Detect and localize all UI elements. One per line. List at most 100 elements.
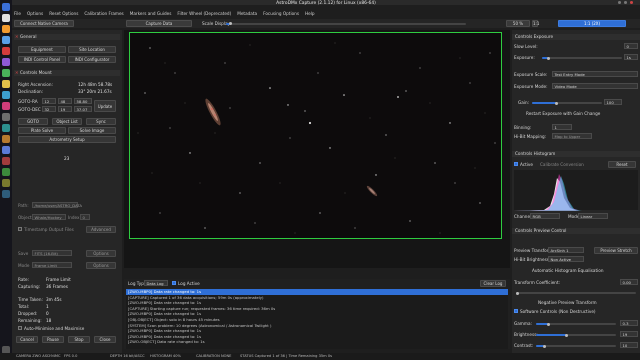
gamma-slider-handle[interactable] <box>547 322 550 326</box>
stacker-icon[interactable] <box>2 179 10 187</box>
save-options-button[interactable]: Options <box>86 250 116 257</box>
restart-exposure-label[interactable]: Restart Exposure with Gain Change <box>526 111 600 116</box>
cancel-button[interactable]: Cancel <box>16 336 38 343</box>
video-icon[interactable] <box>2 157 10 165</box>
maximize-icon[interactable] <box>624 1 627 4</box>
browser-icon[interactable] <box>2 14 10 22</box>
histogram-reset-button[interactable]: Reset <box>608 161 636 168</box>
brightness-slider[interactable] <box>536 333 616 337</box>
exposure-mode-select[interactable]: Video Mode <box>552 83 638 89</box>
indi-control-button[interactable]: INDI Control Panel <box>18 56 66 63</box>
preview-stretch-button[interactable]: Preview Stretch <box>594 247 638 254</box>
controls-histogram-header[interactable]: Controls Histogram <box>512 151 640 157</box>
brightness-slider-handle[interactable] <box>565 333 568 337</box>
slow-level-value[interactable]: 0 <box>624 43 638 49</box>
mail-icon[interactable] <box>2 36 10 44</box>
scale-slider[interactable] <box>226 22 466 25</box>
music-icon[interactable] <box>2 47 10 55</box>
goto-ra-minutes[interactable]: 48 <box>58 98 72 104</box>
capture-data-button[interactable]: Capture Data <box>126 20 192 27</box>
captured-image-frame[interactable] <box>129 32 502 239</box>
pause-button[interactable]: Pause <box>42 336 64 343</box>
goto-dec-degrees[interactable]: 32 <box>42 106 56 112</box>
path-input[interactable]: /home/user/ASTRO_DATA <box>32 202 82 208</box>
astrometry-setup-button[interactable]: Astrometry Setup <box>18 136 116 143</box>
controls-mount-header[interactable]: ✕ Controls Mount <box>14 70 120 76</box>
negative-preview-label[interactable]: Negative Preview Transform <box>538 300 597 305</box>
update-button[interactable]: Update <box>94 100 116 112</box>
contrast-value[interactable]: 10 <box>620 342 638 348</box>
goto-button[interactable]: GOTO <box>18 118 48 125</box>
goto-dec-minutes[interactable]: 19 <box>58 106 72 112</box>
files-icon[interactable] <box>2 3 10 11</box>
log-active-checkbox[interactable] <box>172 281 176 285</box>
menu-options[interactable]: Options <box>27 11 43 16</box>
hibit-mapping-select[interactable]: Map to Upper <box>552 133 592 139</box>
settings-icon[interactable] <box>2 113 10 121</box>
close-icon[interactable]: ✕ <box>15 70 19 76</box>
clear-log-button[interactable]: Clear Log <box>480 280 506 287</box>
log-type-select[interactable]: Data Log <box>144 280 168 286</box>
gain-value[interactable]: 100 <box>604 99 622 105</box>
zoom-value[interactable]: 50 % <box>506 20 530 27</box>
plate-solve-button[interactable]: Plate Solve <box>18 127 66 134</box>
exposure-slider-handle[interactable] <box>547 56 550 60</box>
binning-select[interactable]: 1 <box>552 124 572 130</box>
calibrate-label[interactable]: Calibrate Conversion <box>540 162 584 167</box>
gain-slider-handle[interactable] <box>555 101 558 105</box>
contrast-slider[interactable] <box>536 344 616 348</box>
solve-image-button[interactable]: Solve Image <box>68 127 116 134</box>
preview-control-header[interactable]: Controls Preview Control <box>512 228 640 234</box>
editor-icon[interactable] <box>2 146 10 154</box>
store-icon[interactable] <box>2 91 10 99</box>
stop-button[interactable]: Stop <box>68 336 90 343</box>
histogram-active-checkbox[interactable] <box>514 162 518 166</box>
fit-button[interactable]: 1:1 <box>532 20 539 27</box>
close-icon[interactable] <box>630 1 633 4</box>
camera-icon[interactable] <box>2 58 10 66</box>
exposure-scale-select[interactable]: Test Entry Mode <box>552 71 638 77</box>
notes-icon[interactable] <box>2 80 10 88</box>
goto-dec-seconds[interactable]: 37.07 <box>74 106 92 112</box>
calc-icon[interactable] <box>2 168 10 176</box>
auto-minimise-checkbox[interactable] <box>18 326 22 330</box>
astro-icon[interactable] <box>2 124 10 132</box>
zoom-2x-button[interactable]: 1:1 (2X) <box>558 20 626 27</box>
preview-transform-select[interactable]: ArcSinh 1 <box>548 247 584 253</box>
close-button[interactable]: Close <box>94 336 116 343</box>
general-header[interactable]: ✕ General <box>14 34 120 40</box>
advanced-button[interactable]: Advanced <box>86 226 116 233</box>
menu-reset-options[interactable]: Reset Options <box>49 11 78 16</box>
equipment-button[interactable]: Equipment <box>18 46 66 53</box>
object-list-button[interactable]: Object List <box>52 118 82 125</box>
menu-calibration-frames[interactable]: Calibration Frames <box>84 11 123 16</box>
log-line[interactable]: [ZWO-OBJECT] Data rate changed to: 1s <box>126 339 508 345</box>
auto-equalisation-label[interactable]: Automatic Histogram Equalisation <box>532 268 603 273</box>
capture-options-button[interactable]: Options <box>86 262 116 269</box>
gain-slider[interactable] <box>532 101 602 105</box>
menu-filter-wheel[interactable]: Filter Wheel (Deprecated) <box>177 11 231 16</box>
goto-ra-seconds[interactable]: 58.80 <box>74 98 92 104</box>
channel-select[interactable]: RGB <box>530 213 560 219</box>
goto-ra-hours[interactable]: 12 <box>42 98 56 104</box>
controls-exposure-header[interactable]: Controls Exposure <box>512 34 640 40</box>
connect-camera-button[interactable]: Connect Native Camera <box>14 20 74 27</box>
transform-coefficient-slider[interactable] <box>516 291 636 295</box>
mode-select[interactable]: Frame Limit <box>32 262 72 268</box>
photos-icon[interactable] <box>2 102 10 110</box>
gamma-value[interactable]: 0.3 <box>620 320 638 326</box>
minimize-icon[interactable] <box>618 1 621 4</box>
menu-markers-guides[interactable]: Markers and Guides <box>130 11 172 16</box>
scale-slider-handle[interactable] <box>229 22 232 25</box>
indi-configurator-button[interactable]: INDI Configurator <box>68 56 116 63</box>
index-input[interactable]: 0 <box>80 214 90 220</box>
planetarium-icon[interactable] <box>2 190 10 198</box>
image-display-area[interactable] <box>124 30 510 268</box>
object-input[interactable]: Whale/Hockey <box>32 214 66 220</box>
menu-help[interactable]: Help <box>305 11 315 16</box>
exposure-slider[interactable] <box>542 56 622 60</box>
archive-icon[interactable] <box>2 135 10 143</box>
transform-slider-handle[interactable] <box>516 291 519 295</box>
close-icon[interactable]: ✕ <box>15 34 19 40</box>
save-format-select[interactable]: FITS (16-Bit) <box>32 250 72 256</box>
